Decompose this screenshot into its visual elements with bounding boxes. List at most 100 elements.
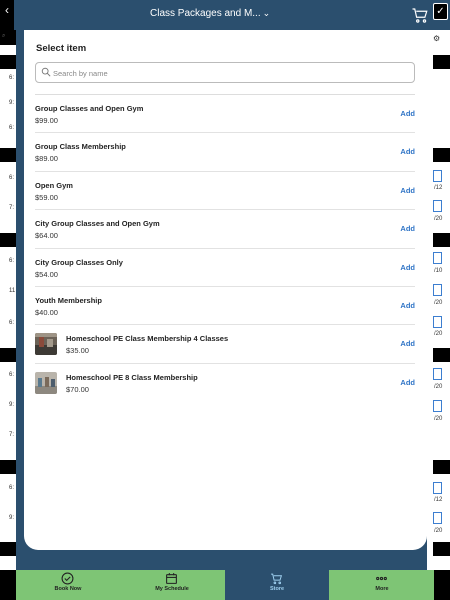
background-schedule-right: ⚙ /12 /20 /10 /20 /20 /20 /20 /12 /20 — [427, 30, 450, 570]
select-item-sheet: Select item Group Classes and Open Gym $… — [24, 30, 427, 550]
background-time: 6: — [9, 75, 15, 81]
background-block — [433, 460, 450, 474]
item-price: $89.00 — [35, 154, 58, 164]
background-time: 6: — [9, 125, 15, 131]
page-title-dropdown[interactable]: Class Packages and M... ⌄ — [150, 8, 270, 19]
background-time: 11 — [9, 288, 16, 294]
item-name: City Group Classes Only — [35, 257, 123, 267]
add-button[interactable]: Add — [400, 339, 415, 348]
add-button[interactable]: Add — [400, 378, 415, 387]
item-name: Youth Membership — [35, 295, 102, 305]
bottom-tab-bar: Book Now My Schedule Store More — [0, 570, 450, 600]
background-checkbox — [433, 368, 442, 380]
list-item[interactable]: Group Classes and Open Gym $99.00 Add — [35, 95, 415, 134]
background-block — [433, 148, 450, 162]
background-block — [433, 542, 450, 556]
background-checkbox — [433, 170, 442, 182]
background-date: /10 — [434, 268, 443, 274]
item-price: $35.00 — [66, 346, 89, 356]
background-time: 9: — [9, 100, 15, 106]
background-block — [0, 148, 16, 162]
list-item[interactable]: Homeschool PE 8 Class Membership $70.00 … — [35, 364, 415, 403]
background-checkbox — [433, 482, 442, 494]
background-date: /12 — [434, 497, 443, 503]
more-dots-icon — [376, 576, 387, 581]
background-checkbox — [433, 512, 442, 524]
tabbar-edge — [434, 570, 450, 600]
cart-icon[interactable] — [411, 6, 429, 24]
filter-icon: ⚙ — [433, 34, 441, 43]
background-block — [433, 233, 450, 247]
add-button[interactable]: Add — [400, 301, 415, 310]
background-time: 6: — [9, 258, 15, 264]
background-date: /20 — [434, 331, 443, 337]
list-item[interactable]: Homeschool PE Class Membership 4 Classes… — [35, 325, 415, 365]
background-block — [0, 233, 16, 247]
item-name: Homeschool PE Class Membership 4 Classes — [66, 334, 229, 344]
background-date: /20 — [434, 384, 443, 390]
list-item[interactable]: City Group Classes Only $54.00 Add — [35, 249, 415, 287]
item-price: $64.00 — [35, 231, 58, 241]
chevron-left-icon: ‹ — [5, 3, 9, 17]
search-input[interactable] — [53, 66, 393, 80]
background-schedule-left: ⌕ 6: 9: 6: 6: 7: 6: 11 6: 6: 9: 7: 6: 9: — [0, 30, 16, 570]
background-block — [0, 348, 16, 362]
background-date: /20 — [434, 216, 443, 222]
add-button[interactable]: Add — [400, 186, 415, 195]
page-title: Class Packages and M... — [150, 8, 261, 19]
item-name: Group Class Membership — [35, 142, 126, 152]
background-time: 9: — [9, 402, 15, 408]
list-item[interactable]: Group Class Membership $89.00 Add — [35, 133, 415, 172]
item-name: City Group Classes and Open Gym — [35, 219, 160, 229]
add-button[interactable]: Add — [400, 263, 415, 272]
item-price: $54.00 — [35, 269, 58, 279]
back-button[interactable]: ‹ — [0, 0, 14, 30]
background-block — [433, 55, 450, 69]
background-search-fragment: ⌕ — [2, 33, 6, 39]
background-date: /20 — [434, 528, 443, 534]
add-button[interactable]: Add — [400, 147, 415, 156]
sheet-title: Select item — [36, 43, 87, 54]
tab-more[interactable]: More — [330, 570, 434, 600]
background-time: 6: — [9, 320, 15, 326]
add-button[interactable]: Add — [400, 224, 415, 233]
background-block — [433, 348, 450, 362]
calendar-icon — [166, 573, 177, 584]
background-date: /20 — [434, 300, 443, 306]
add-button[interactable]: Add — [400, 109, 415, 118]
tab-my-schedule[interactable]: My Schedule — [120, 570, 224, 600]
top-bar: ‹ Class Packages and M... ⌄ ✓ — [0, 0, 450, 30]
item-list: Group Classes and Open Gym $99.00 Add Gr… — [35, 95, 415, 403]
tabbar-edge — [0, 570, 16, 600]
item-price: $40.00 — [35, 307, 58, 317]
item-price: $59.00 — [35, 192, 58, 202]
item-price: $70.00 — [66, 385, 89, 395]
background-time: 7: — [9, 205, 15, 211]
background-checkbox — [433, 316, 442, 328]
search-field[interactable] — [35, 62, 415, 83]
item-thumbnail — [35, 333, 57, 356]
list-item[interactable]: City Group Classes and Open Gym $64.00 A… — [35, 210, 415, 249]
tab-label: More — [375, 586, 389, 592]
background-checkbox — [433, 252, 442, 264]
list-item[interactable]: Open Gym $59.00 Add — [35, 172, 415, 211]
chevron-down-icon: ⌄ — [262, 8, 271, 18]
tab-label: Book Now — [54, 586, 82, 592]
tab-store[interactable]: Store — [225, 570, 329, 600]
background-checkbox — [433, 200, 442, 212]
tab-book-now[interactable]: Book Now — [16, 570, 120, 600]
item-thumbnail — [35, 372, 57, 395]
background-checkbox — [433, 400, 442, 412]
check-circle-icon — [61, 572, 74, 585]
background-date: /12 — [434, 185, 443, 191]
list-item[interactable]: Youth Membership $40.00 Add — [35, 287, 415, 326]
calendar-check-icon[interactable]: ✓ — [433, 3, 448, 20]
background-checkbox — [433, 284, 442, 296]
background-block — [0, 542, 16, 556]
background-time: 9: — [9, 515, 15, 521]
background-time: 6: — [9, 485, 15, 491]
background-block — [0, 55, 16, 69]
background-date: /20 — [434, 416, 443, 422]
tab-label: Store — [269, 586, 285, 592]
background-block — [0, 460, 16, 474]
